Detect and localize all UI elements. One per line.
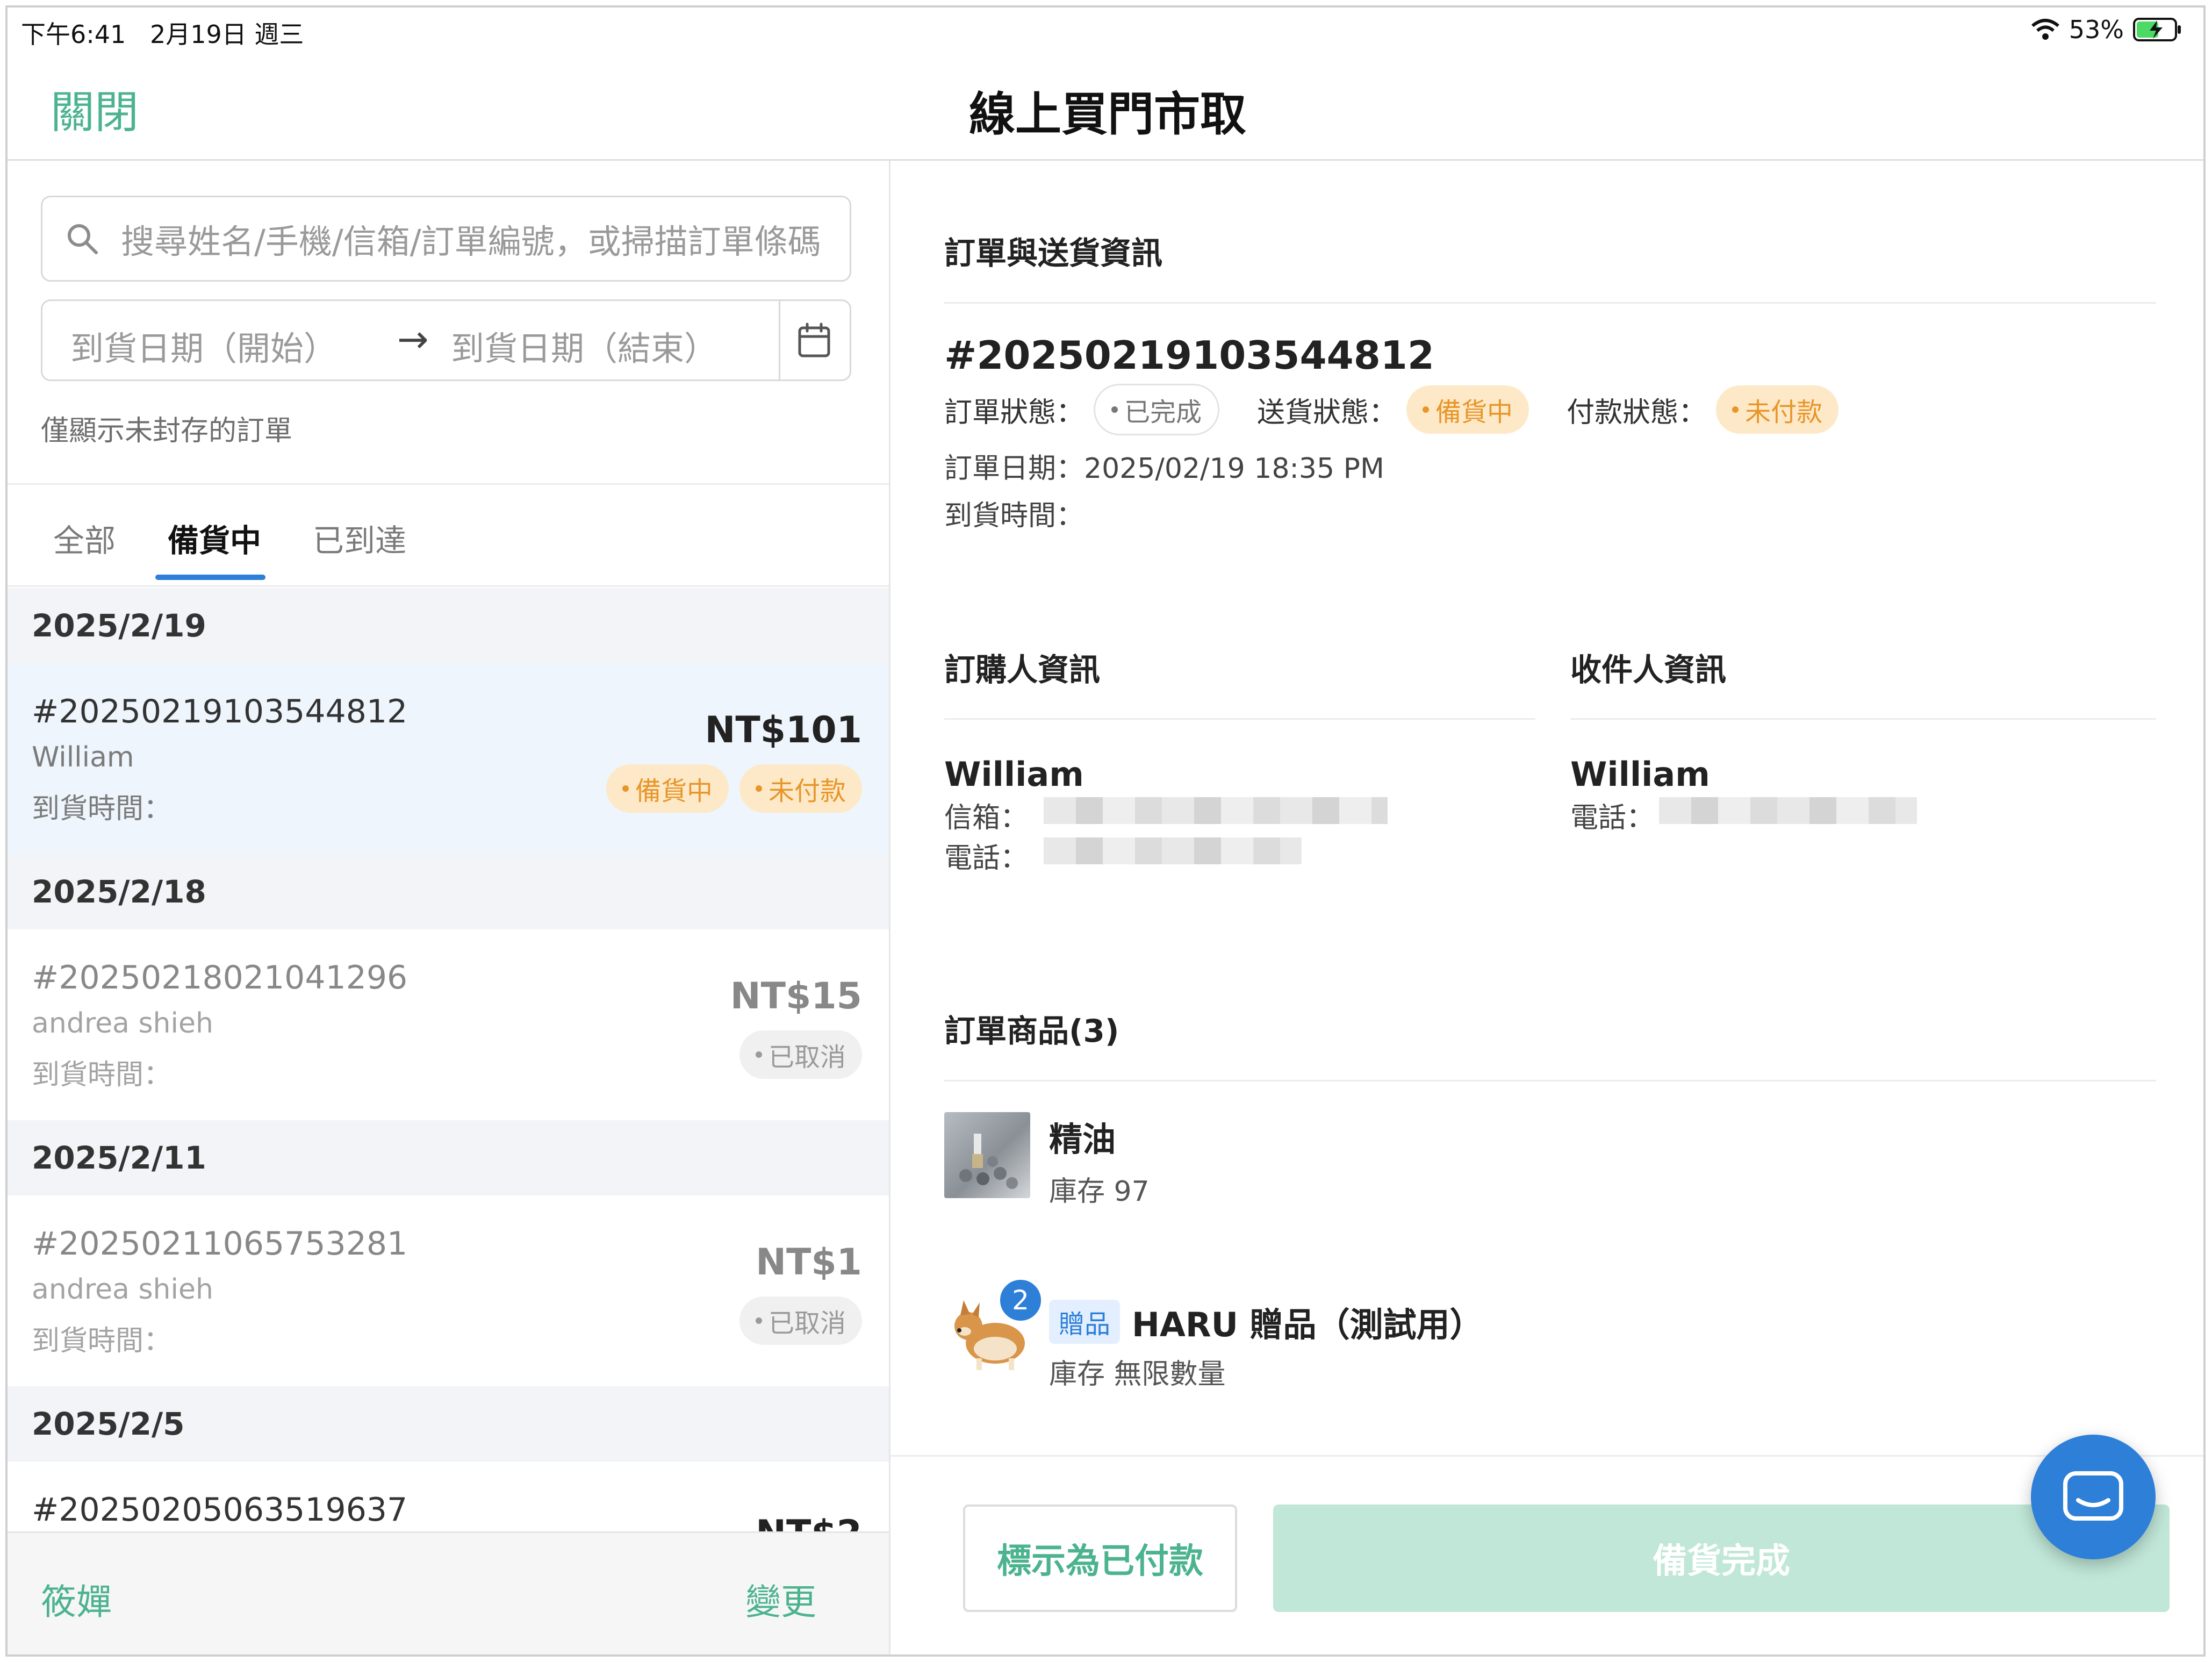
arrival-time: 到貨時間： xyxy=(944,500,1085,532)
filter-note: 僅顯示未封存的訂單 xyxy=(41,415,293,447)
status-badge: 已取消 xyxy=(739,1296,862,1345)
date-group-header: 2025/2/18 xyxy=(8,854,889,929)
left-footer: 筱嬋 變更 xyxy=(8,1531,889,1654)
order-badges: 備貨中 未付款 xyxy=(606,764,862,813)
order-id: #20250205063519637 xyxy=(32,1491,408,1529)
search-icon xyxy=(68,224,98,254)
order-price: NT$1 xyxy=(756,1241,862,1284)
section-title-buyer: 訂購人資訊 xyxy=(944,651,1101,688)
order-list-panel: 搜尋姓名/手機/信箱/訂單編號，或掃描訂單條碼 到貨日期（開始） → 到貨日期（… xyxy=(8,161,889,1654)
battery-percent: 53% xyxy=(2069,15,2124,44)
order-price: NT$2 xyxy=(756,1513,862,1531)
section-divider xyxy=(944,302,2156,304)
redacted-email xyxy=(1044,797,1388,824)
payment-badge: 未付款 xyxy=(739,764,862,813)
status-indicators: 53% xyxy=(2030,15,2182,44)
delivery-status-label: 送貨狀態： xyxy=(1257,396,1397,429)
buyer-name: William xyxy=(944,755,1084,794)
tab-all[interactable]: 全部 xyxy=(53,515,116,561)
buyer-email-label: 信箱： xyxy=(944,802,1029,834)
status-time: 下午6:41 xyxy=(21,20,126,49)
receiver-name: William xyxy=(1570,755,1710,794)
gift-tag: 贈品 xyxy=(1049,1300,1121,1344)
order-price: NT$101 xyxy=(705,709,862,751)
order-arrival: 到貨時間： xyxy=(32,793,172,825)
section-title-receiver: 收件人資訊 xyxy=(1570,651,1727,688)
order-id: #20250219103544812 xyxy=(32,693,408,730)
status-row: 訂單狀態： 已完成 送貨狀態： 備貨中 付款狀態： 未付款 xyxy=(944,384,1839,435)
change-staff-button[interactable]: 變更 xyxy=(745,1573,816,1625)
product-stock: 庫存 97 xyxy=(1049,1176,1150,1208)
date-group-header: 2025/2/19 xyxy=(8,588,889,663)
date-group-header: 2025/2/11 xyxy=(8,1120,889,1195)
order-arrival: 到貨時間： xyxy=(32,1059,172,1091)
tab-active-indicator xyxy=(155,575,265,580)
status-date: 2月19日 週三 xyxy=(149,20,304,49)
order-detail-panel: 訂單與送貨資訊 #20250219103544812 訂單狀態： 已完成 送貨狀… xyxy=(890,161,2203,1654)
product-name: 精油 xyxy=(1049,1120,1116,1159)
section-title-order: 訂單與送貨資訊 xyxy=(944,235,1163,271)
staff-name: 筱嬋 xyxy=(41,1581,112,1623)
date-range-picker[interactable]: 到貨日期（開始） → 到貨日期（結束） xyxy=(41,299,851,381)
section-divider xyxy=(944,718,1535,720)
order-customer: andrea shieh xyxy=(32,1273,213,1306)
payment-status-badge: 未付款 xyxy=(1716,385,1839,434)
action-divider xyxy=(890,1455,2203,1457)
product-thumbnail xyxy=(944,1112,1030,1198)
quantity-badge: 2 xyxy=(998,1278,1043,1323)
tabs-top-divider xyxy=(8,483,889,485)
date-divider xyxy=(779,301,780,379)
wifi-icon xyxy=(2031,19,2059,40)
gift-item-title: 贈品 HARU 贈品（測試用） xyxy=(1049,1298,1483,1346)
status-badge: 備貨中 xyxy=(606,764,729,813)
order-number: #20250219103544812 xyxy=(944,333,1434,378)
order-id: #20250218021041296 xyxy=(32,959,408,997)
order-date: 訂單日期：2025/02/19 18:35 PM xyxy=(944,453,1384,485)
status-badge: 已取消 xyxy=(739,1030,862,1079)
search-placeholder: 搜尋姓名/手機/信箱/訂單編號，或掃描訂單條碼 xyxy=(121,222,820,261)
redacted-phone xyxy=(1659,797,1917,824)
battery-charging-icon xyxy=(2133,18,2181,41)
product-name: HARU 贈品（測試用） xyxy=(1132,1305,1483,1344)
section-divider xyxy=(1570,718,2156,720)
order-badges: 已取消 xyxy=(739,1030,862,1079)
order-price: NT$15 xyxy=(730,975,862,1018)
close-button[interactable]: 關閉 xyxy=(51,76,139,140)
delivery-status-badge: 備貨中 xyxy=(1406,385,1529,434)
app-window: 下午6:41 2月19日 週三 53% 線上買門市取 關閉 搜尋姓名/手機/信箱… xyxy=(5,5,2206,1657)
receiver-phone-label: 電話： xyxy=(1570,802,1655,834)
order-row[interactable]: #20250211065753281 andrea shieh 到貨時間： NT… xyxy=(8,1195,889,1386)
section-title-items: 訂單商品(3) xyxy=(944,1013,1119,1049)
order-status-label: 訂單狀態： xyxy=(944,396,1085,429)
order-arrival: 到貨時間： xyxy=(32,1325,172,1357)
product-stock: 庫存 無限數量 xyxy=(1049,1358,1226,1391)
order-row[interactable]: #20250218021041296 andrea shieh 到貨時間： NT… xyxy=(8,929,889,1120)
payment-status-label: 付款狀態： xyxy=(1567,396,1707,429)
order-row[interactable]: #20250205063519637 NT$2 xyxy=(8,1462,889,1531)
order-id: #20250211065753281 xyxy=(32,1225,408,1263)
chat-button[interactable] xyxy=(2031,1435,2156,1559)
status-time-date: 下午6:41 2月19日 週三 xyxy=(21,15,304,51)
order-badges: 已取消 xyxy=(739,1296,862,1345)
page-title: 線上買門市取 xyxy=(969,88,1246,141)
redacted-phone xyxy=(1044,837,1302,864)
date-start-field[interactable]: 到貨日期（開始） xyxy=(70,321,337,370)
chat-icon xyxy=(2063,1471,2123,1521)
tabs-bottom-divider xyxy=(8,585,889,587)
oil-bottles-icon xyxy=(959,1134,1018,1189)
arrow-right-icon: → xyxy=(397,317,429,361)
order-customer: andrea shieh xyxy=(32,1007,213,1040)
date-end-field[interactable]: 到貨日期（結束） xyxy=(451,321,717,370)
tab-preparing[interactable]: 備貨中 xyxy=(168,515,261,561)
calendar-icon[interactable] xyxy=(798,323,831,358)
date-group-header: 2025/2/5 xyxy=(8,1386,889,1462)
order-status-badge: 已完成 xyxy=(1094,384,1220,435)
section-divider xyxy=(944,1080,2156,1081)
order-customer: William xyxy=(32,741,134,773)
buyer-phone-label: 電話： xyxy=(944,842,1029,875)
tab-arrived[interactable]: 已到達 xyxy=(313,515,406,561)
search-input[interactable]: 搜尋姓名/手機/信箱/訂單編號，或掃描訂單條碼 xyxy=(41,196,851,282)
order-row[interactable]: #20250219103544812 William 到貨時間： NT$101 … xyxy=(8,663,889,854)
mark-paid-button[interactable]: 標示為已付款 xyxy=(963,1505,1237,1612)
